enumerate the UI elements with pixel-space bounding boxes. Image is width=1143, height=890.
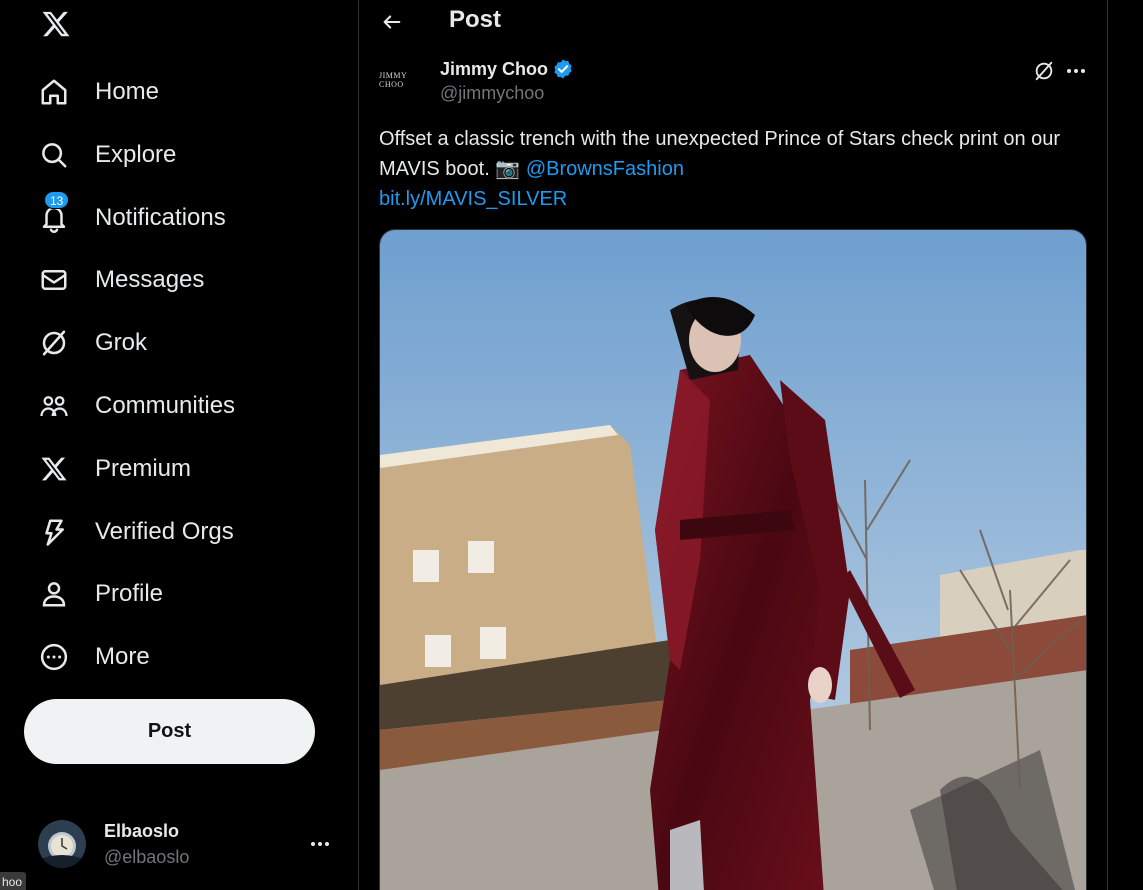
sidebar-item-more[interactable]: More bbox=[30, 631, 162, 683]
author-name[interactable]: Jimmy Choo bbox=[440, 58, 574, 80]
sidebar-item-label: Home bbox=[95, 78, 160, 105]
more-horizontal-icon[interactable] bbox=[306, 830, 334, 858]
post-button[interactable]: Post bbox=[24, 699, 315, 764]
sidebar-item-verified-orgs[interactable]: Verified Orgs bbox=[30, 506, 246, 558]
mail-icon bbox=[38, 264, 70, 296]
sidebar-item-label: More bbox=[95, 643, 150, 670]
tweet-author-row: JIMMY CHOO Jimmy Choo @jimmychoo bbox=[359, 52, 1107, 112]
author-handle[interactable]: @jimmychoo bbox=[440, 83, 544, 104]
sidebar-item-messages[interactable]: Messages bbox=[30, 254, 216, 306]
home-icon bbox=[38, 76, 70, 108]
author-avatar[interactable]: JIMMY CHOO bbox=[379, 60, 427, 100]
account-switcher[interactable]: Elbaoslo @elbaoslo bbox=[24, 808, 344, 880]
sidebar-item-label: Messages bbox=[95, 266, 205, 293]
avatar bbox=[38, 820, 86, 868]
account-display-name: Elbaoslo bbox=[104, 820, 180, 841]
back-arrow-icon[interactable] bbox=[375, 5, 409, 39]
sidebar-item-label: Verified Orgs bbox=[95, 518, 234, 545]
notifications-badge: 13 bbox=[44, 191, 70, 209]
tweet-text: Offset a classic trench with the unexpec… bbox=[379, 124, 1079, 214]
post-header: Post bbox=[359, 0, 1107, 42]
tweet-media-image[interactable] bbox=[379, 229, 1087, 890]
more-circle-icon bbox=[38, 641, 70, 673]
tweet-body-text: Offset a classic trench with the unexpec… bbox=[379, 128, 1061, 180]
sidebar-item-explore[interactable]: Explore bbox=[30, 129, 188, 181]
more-horizontal-icon[interactable] bbox=[1061, 56, 1091, 86]
sidebar-item-notifications[interactable]: 13 Notifications bbox=[30, 191, 238, 244]
grok-icon bbox=[38, 327, 70, 359]
sidebar-item-label: Explore bbox=[95, 141, 177, 168]
sidebar-item-profile[interactable]: Profile bbox=[30, 568, 175, 620]
post-detail-column: Post JIMMY CHOO Jimmy Choo @jimmychoo Of… bbox=[358, 0, 1108, 890]
sidebar-item-label: Communities bbox=[95, 392, 236, 419]
grok-icon[interactable] bbox=[1029, 56, 1059, 86]
sidebar-item-premium[interactable]: Premium bbox=[30, 443, 203, 495]
author-name-text: Jimmy Choo bbox=[440, 58, 549, 79]
search-icon bbox=[38, 139, 70, 171]
person-icon bbox=[38, 578, 70, 610]
communities-icon bbox=[38, 390, 70, 422]
sidebar-item-label: Notifications bbox=[95, 204, 226, 231]
sidebar-item-label: Profile bbox=[95, 580, 164, 607]
sidebar-item-label: Grok bbox=[95, 329, 148, 356]
url-link[interactable]: bit.ly/MAVIS_SILVER bbox=[379, 188, 567, 210]
sidebar-item-label: Premium bbox=[95, 455, 192, 482]
sidebar: Home Explore 13 Notifications Messages G… bbox=[0, 0, 358, 890]
account-handle: @elbaoslo bbox=[104, 846, 190, 867]
lightning-icon bbox=[38, 516, 70, 548]
photo-of-model-in-burgundy-trench bbox=[380, 230, 1086, 890]
page-title: Post bbox=[449, 6, 502, 33]
x-logo-icon[interactable] bbox=[36, 4, 76, 44]
sidebar-item-home[interactable]: Home bbox=[30, 66, 171, 118]
tooltip: hoo bbox=[0, 872, 27, 890]
mention-link[interactable]: @BrownsFashion bbox=[526, 158, 684, 180]
verified-badge-icon bbox=[552, 58, 574, 80]
sidebar-item-communities[interactable]: Communities bbox=[30, 380, 247, 432]
bell-icon: 13 bbox=[38, 191, 70, 234]
sidebar-item-grok[interactable]: Grok bbox=[30, 317, 159, 369]
x-logo-icon bbox=[38, 453, 70, 485]
